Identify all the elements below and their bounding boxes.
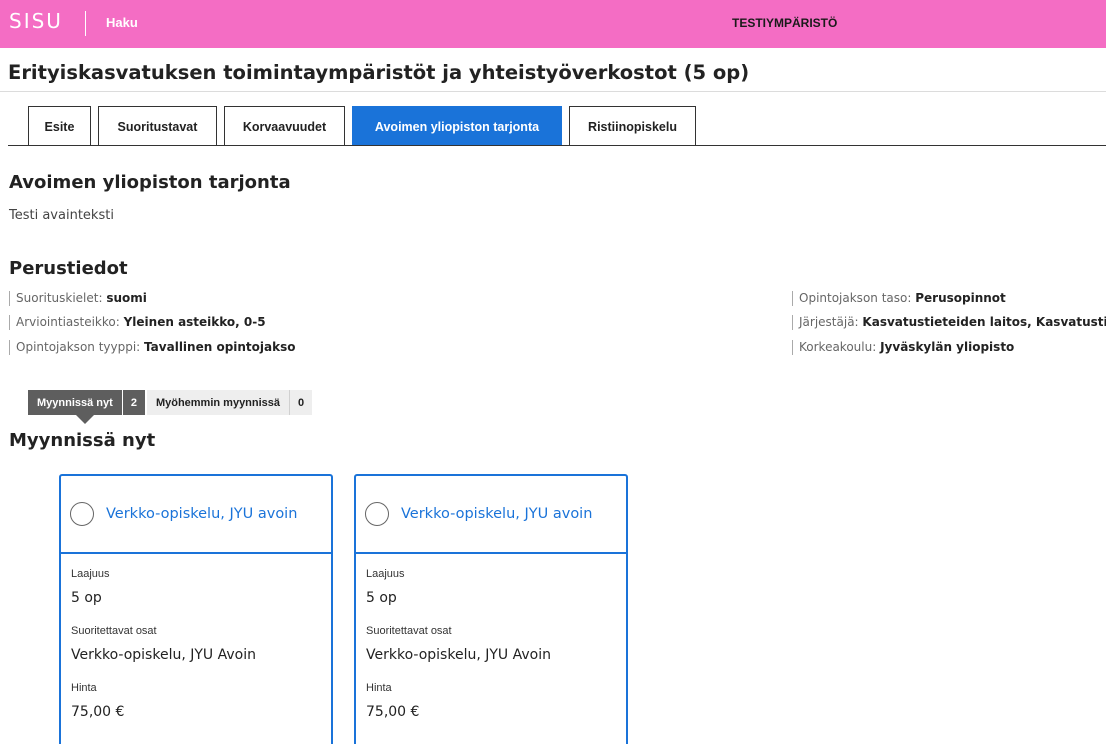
- scope-label: Laajuus: [71, 568, 110, 580]
- radio-button[interactable]: [365, 502, 389, 526]
- tab-esite[interactable]: Esite: [28, 106, 91, 146]
- info-value: Tavallinen opintojakso: [144, 340, 296, 354]
- sales-now-button[interactable]: Myynnissä nyt 2: [28, 390, 145, 424]
- selected-pointer-icon: [76, 415, 94, 424]
- info-key: Opintojakson taso:: [799, 291, 912, 305]
- parts-value: Verkko-opiskelu, JYU Avoin: [366, 647, 551, 663]
- sales-now-label: Myynnissä nyt: [37, 396, 113, 409]
- parts-label: Suoritettavat osat: [71, 625, 157, 637]
- info-key: Järjestäjä:: [799, 315, 859, 329]
- sales-now-count: 2: [121, 390, 145, 415]
- info-key: Korkeakoulu:: [799, 340, 877, 354]
- info-key: Suorituskielet:: [16, 291, 103, 305]
- tabs-baseline: [8, 145, 1106, 146]
- info-value: Yleinen asteikko, 0-5: [123, 315, 266, 329]
- scope-value: 5 op: [366, 590, 397, 606]
- environment-label: TESTIYMPÄRISTÖ: [732, 16, 838, 30]
- sales-later-label: Myöhemmin myynnissä: [155, 396, 281, 409]
- top-bar: SISU Haku TESTIYMPÄRISTÖ: [0, 0, 1106, 48]
- info-value: Kasvatustieteiden laitos, Kasvatustiet: [862, 315, 1106, 329]
- scope-value: 5 op: [71, 590, 102, 606]
- title-divider: [0, 91, 1106, 92]
- parts-value: Verkko-opiskelu, JYU Avoin: [71, 647, 256, 663]
- offering-title[interactable]: Verkko-opiskelu, JYU avoin: [106, 506, 297, 522]
- offering-card[interactable]: Verkko-opiskelu, JYU avoin Laajuus 5 op …: [59, 474, 333, 744]
- offering-card-header[interactable]: Verkko-opiskelu, JYU avoin: [61, 476, 331, 554]
- sales-later-count: 0: [289, 390, 312, 415]
- price-label: Hinta: [366, 682, 392, 694]
- scope-label: Laajuus: [366, 568, 405, 580]
- offering-card-body: Laajuus 5 op Suoritettavat osat Verkko-o…: [61, 554, 331, 723]
- page-title: Erityiskasvatuksen toimintaympäristöt ja…: [8, 61, 750, 84]
- search-link[interactable]: Haku: [106, 15, 138, 30]
- info-row-organizer: Järjestäjä: Kasvatustieteiden laitos, Ka…: [792, 315, 1106, 330]
- offering-card-body: Laajuus 5 op Suoritettavat osat Verkko-o…: [356, 554, 626, 723]
- intro-text: Testi avainteksti: [9, 208, 114, 223]
- info-row-grading-scale: Arviointiasteikko: Yleinen asteikko, 0-5: [9, 315, 266, 330]
- offering-title[interactable]: Verkko-opiskelu, JYU avoin: [401, 506, 592, 522]
- info-value: Jyväskylän yliopisto: [880, 340, 1015, 354]
- tab-korvaavuudet[interactable]: Korvaavuudet: [224, 106, 345, 146]
- price-value: 75,00 €: [366, 704, 420, 720]
- tab-ristiinopiskelu[interactable]: Ristiinopiskelu: [569, 106, 696, 146]
- basic-info-heading: Perustiedot: [9, 258, 128, 279]
- info-row-languages: Suorituskielet: suomi: [9, 291, 147, 306]
- tab-suoritustavat[interactable]: Suoritustavat: [98, 106, 217, 146]
- price-label: Hinta: [71, 682, 97, 694]
- info-key: Arviointiasteikko:: [16, 315, 120, 329]
- info-row-course-level: Opintojakson taso: Perusopinnot: [792, 291, 1006, 306]
- offering-card[interactable]: Verkko-opiskelu, JYU avoin Laajuus 5 op …: [354, 474, 628, 744]
- radio-button[interactable]: [70, 502, 94, 526]
- info-row-university: Korkeakoulu: Jyväskylän yliopisto: [792, 340, 1014, 355]
- top-bar-divider: [85, 11, 86, 36]
- sales-status-toggle: Myynnissä nyt 2 Myöhemmin myynnissä 0: [28, 390, 313, 424]
- sales-later-button[interactable]: Myöhemmin myynnissä 0: [144, 390, 313, 415]
- section-heading: Avoimen yliopiston tarjonta: [9, 172, 291, 193]
- sisu-logo[interactable]: SISU: [9, 9, 63, 33]
- info-value: suomi: [106, 291, 147, 305]
- info-row-course-type: Opintojakson tyyppi: Tavallinen opintoja…: [9, 340, 296, 355]
- tab-avoimen-yliopiston-tarjonta[interactable]: Avoimen yliopiston tarjonta: [352, 106, 562, 146]
- parts-label: Suoritettavat osat: [366, 625, 452, 637]
- info-value: Perusopinnot: [915, 291, 1006, 305]
- info-key: Opintojakson tyyppi:: [16, 340, 141, 354]
- offering-card-header[interactable]: Verkko-opiskelu, JYU avoin: [356, 476, 626, 554]
- sales-now-heading: Myynnissä nyt: [9, 430, 156, 451]
- price-value: 75,00 €: [71, 704, 125, 720]
